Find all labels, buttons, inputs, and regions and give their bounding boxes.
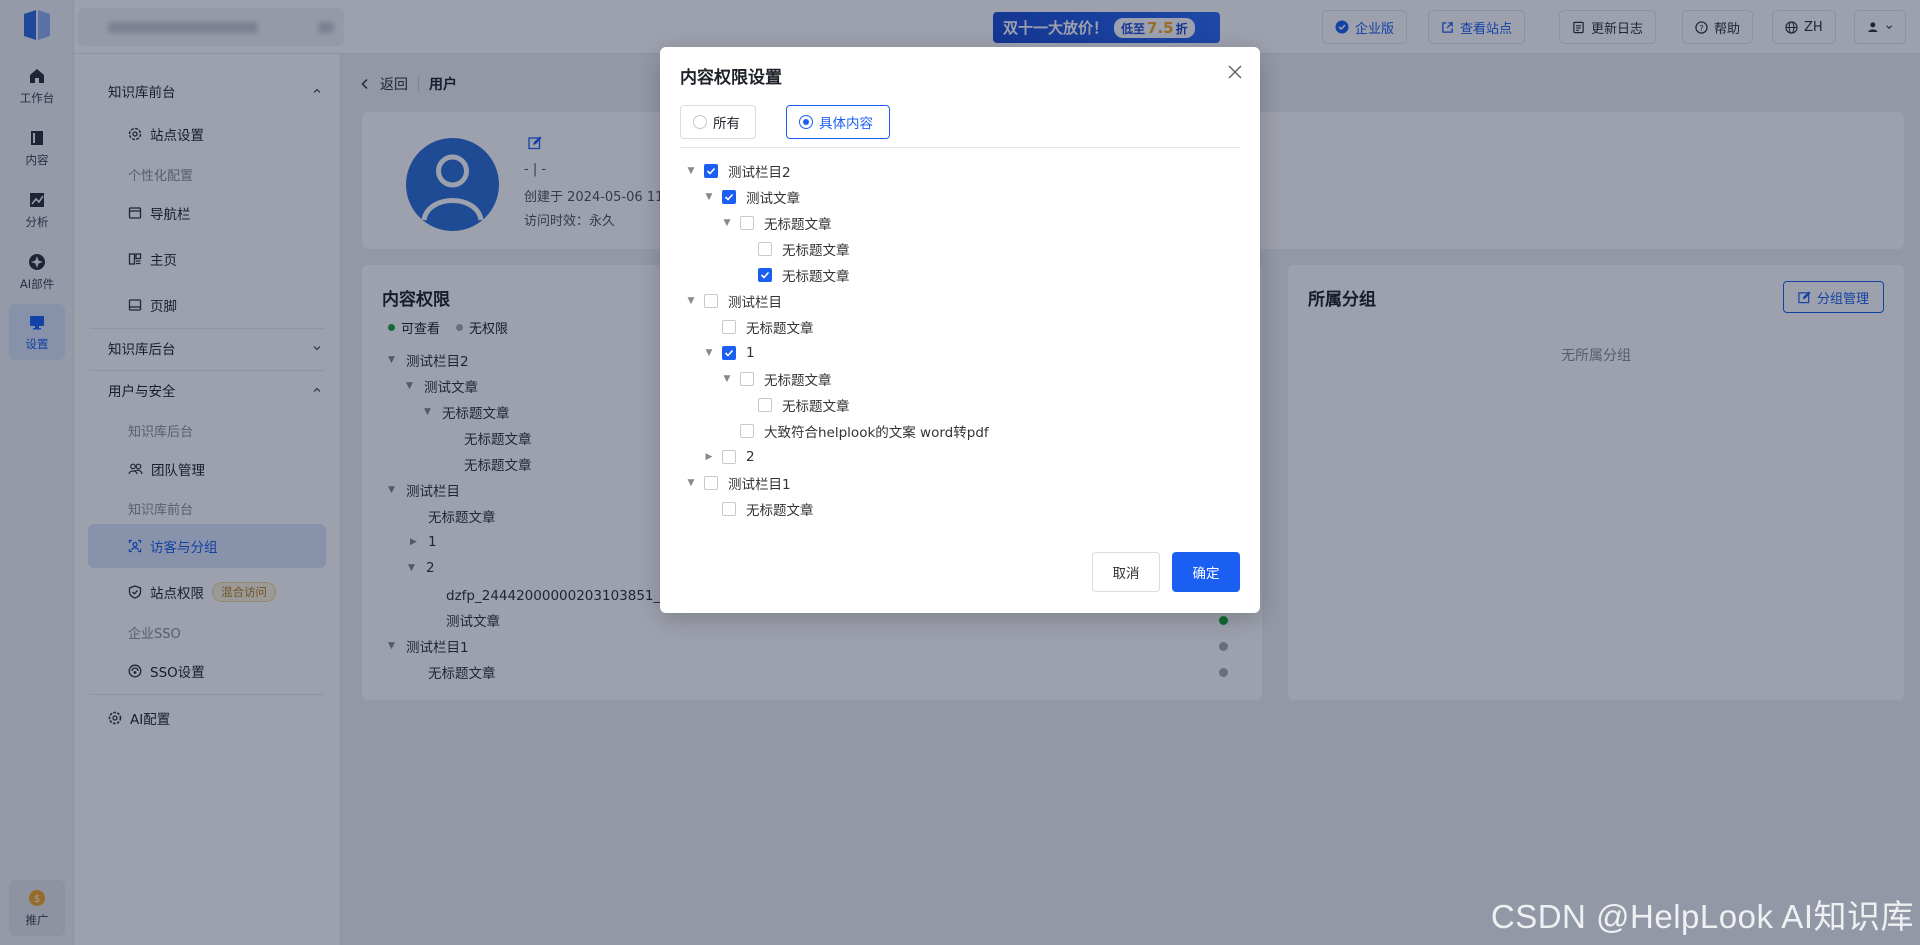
tree-node[interactable]: ▼ 测试栏目1 <box>686 471 791 495</box>
tree-node[interactable]: 无标题文章 <box>758 393 850 417</box>
tree-node-label: 测试栏目2 <box>728 165 791 181</box>
radio-label: 具体内容 <box>819 116 873 132</box>
radio-circle-selected <box>799 115 813 129</box>
caret-down-icon[interactable]: ▼ <box>722 374 732 384</box>
tree-node-label: 测试文章 <box>746 191 800 207</box>
caret-down-icon[interactable]: ▼ <box>686 296 696 306</box>
radio-all[interactable]: 所有 <box>680 105 756 139</box>
checkbox[interactable] <box>722 450 736 464</box>
tree-node[interactable]: 无标题文章 <box>722 497 814 521</box>
caret-down-icon[interactable]: ▼ <box>722 218 732 228</box>
tree-node[interactable]: 大致符合helplook的文案 word转pdf <box>740 419 989 443</box>
caret-down-icon[interactable]: ▼ <box>704 192 714 202</box>
radio-label: 所有 <box>713 116 740 132</box>
tree-node-label: 大致符合helplook的文案 word转pdf <box>764 425 989 441</box>
caret-down-icon[interactable]: ▼ <box>686 166 696 176</box>
tree-node-label: 测试栏目1 <box>728 477 791 493</box>
tree-node-label: 无标题文章 <box>746 321 814 337</box>
tree-node[interactable]: 无标题文章 <box>722 315 814 339</box>
checkbox[interactable] <box>740 424 754 438</box>
tree-node-label: 测试栏目 <box>728 295 782 311</box>
tree-node[interactable]: ▼ 测试栏目 <box>686 289 782 313</box>
checkbox[interactable] <box>758 398 772 412</box>
checkbox[interactable] <box>704 476 718 490</box>
tree-node[interactable]: ▶ 2 <box>704 445 755 469</box>
cancel-button[interactable]: 取消 <box>1092 552 1160 592</box>
radio-circle <box>693 115 707 129</box>
checkbox[interactable] <box>722 502 736 516</box>
tree-node[interactable]: ▼ 测试文章 <box>704 185 800 209</box>
checkbox-checked[interactable] <box>758 268 772 282</box>
caret-down-icon[interactable]: ▼ <box>686 478 696 488</box>
checkbox[interactable] <box>740 372 754 386</box>
tree-node[interactable]: ▼ 测试栏目2 <box>686 159 791 183</box>
confirm-button[interactable]: 确定 <box>1172 552 1240 592</box>
checkbox[interactable] <box>758 242 772 256</box>
modal-title: 内容权限设置 <box>680 68 782 88</box>
tree-node-label: 无标题文章 <box>746 503 814 519</box>
content-permission-modal: 内容权限设置 所有 具体内容 ▼ 测试栏目2 ▼ 测试文章 ▼ 无标题文章 无标题文章… <box>660 47 1260 613</box>
tree-node[interactable]: ▼ 1 <box>704 341 755 365</box>
close-icon[interactable] <box>1226 63 1244 81</box>
csdn-watermark: CSDN @HelpLook AI知识库 <box>1490 898 1914 935</box>
tree-node[interactable]: 无标题文章 <box>758 263 850 287</box>
checkbox-checked[interactable] <box>704 164 718 178</box>
tree-node[interactable]: ▼ 无标题文章 <box>722 367 832 391</box>
tree-node[interactable]: ▼ 无标题文章 <box>722 211 832 235</box>
radio-specific-content[interactable]: 具体内容 <box>786 105 890 139</box>
tree-node-label: 无标题文章 <box>764 217 832 233</box>
checkbox-checked[interactable] <box>722 346 736 360</box>
caret-down-icon[interactable]: ▼ <box>704 348 714 358</box>
caret-right-icon[interactable]: ▶ <box>704 452 714 462</box>
tree-node-label: 无标题文章 <box>764 373 832 389</box>
tree-node-label: 2 <box>746 449 755 465</box>
checkbox[interactable] <box>722 320 736 334</box>
tree-node-label: 无标题文章 <box>782 269 850 285</box>
checkbox-checked[interactable] <box>722 190 736 204</box>
tree-node-label: 1 <box>746 345 755 361</box>
modal-divider <box>680 147 1240 148</box>
checkbox[interactable] <box>704 294 718 308</box>
tree-node-label: 无标题文章 <box>782 399 850 415</box>
tree-node[interactable]: 无标题文章 <box>758 237 850 261</box>
checkbox[interactable] <box>740 216 754 230</box>
tree-node-label: 无标题文章 <box>782 243 850 259</box>
